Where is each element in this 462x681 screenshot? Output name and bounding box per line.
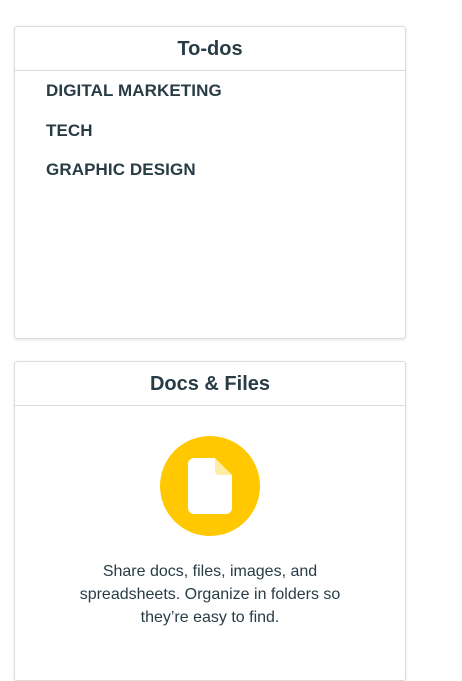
document-icon <box>160 436 260 536</box>
todos-title[interactable]: To-dos <box>177 38 242 61</box>
todo-list-item-digital-marketing[interactable]: DIGITAL MARKETING <box>46 81 405 121</box>
todo-list-item-graphic-design[interactable]: GRAPHIC DESIGN <box>46 160 405 200</box>
todos-card: To-dos DIGITAL MARKETING TECH GRAPHIC DE… <box>14 26 406 339</box>
todo-list-item-tech[interactable]: TECH <box>46 121 405 161</box>
todos-card-header: To-dos <box>15 27 405 71</box>
document-icon-glyph <box>188 458 232 514</box>
docs-card-header: Docs & Files <box>15 362 405 406</box>
docs-body: Share docs, files, images, and spreadshe… <box>15 406 405 629</box>
docs-description: Share docs, files, images, and spreadshe… <box>79 563 341 626</box>
docs-files-card: Docs & Files Share docs, files, images, … <box>14 361 406 681</box>
todo-list: DIGITAL MARKETING TECH GRAPHIC DESIGN <box>15 71 405 200</box>
docs-title[interactable]: Docs & Files <box>150 373 270 396</box>
